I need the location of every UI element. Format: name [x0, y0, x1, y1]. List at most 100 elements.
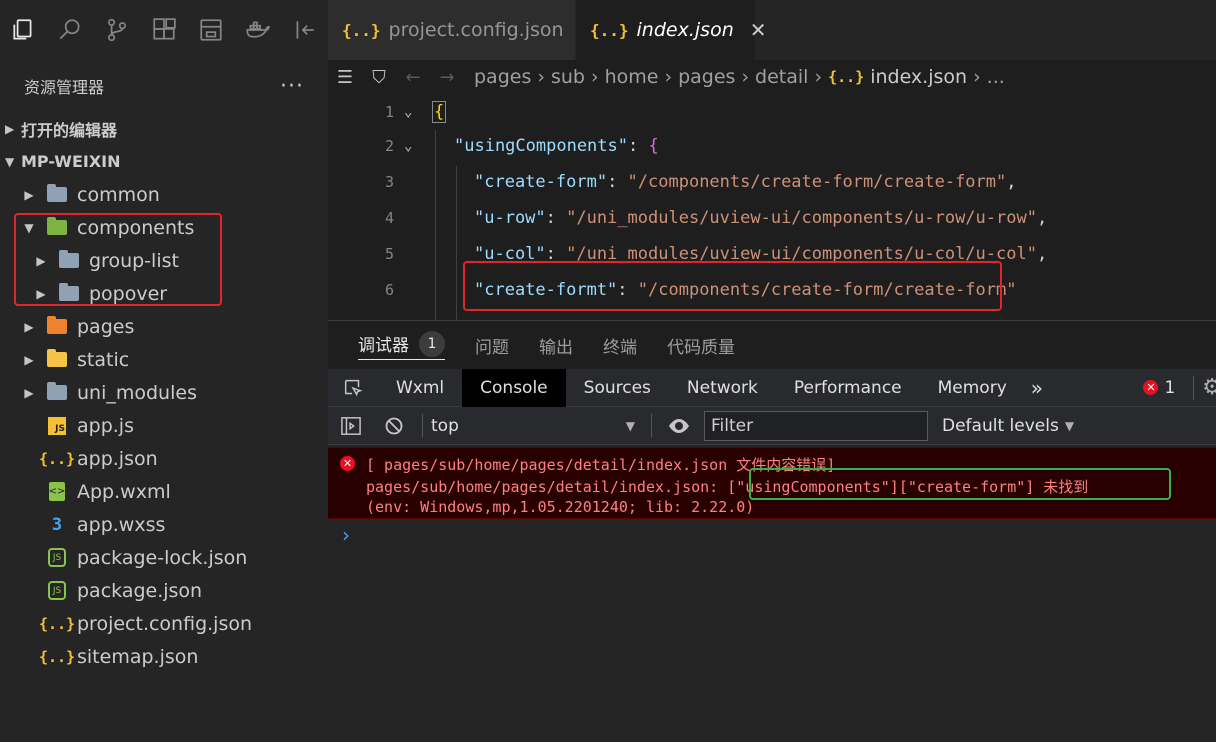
tab-network[interactable]: Network [669, 369, 776, 407]
breadcrumb-item[interactable]: home [605, 66, 659, 88]
chevron-right-icon: › [537, 66, 545, 88]
tree-item-pages[interactable]: ▶ pages [0, 310, 328, 343]
js-file-icon: JS [46, 416, 68, 435]
json-file-icon: {..} [342, 20, 381, 40]
tab-terminal[interactable]: 终端 [603, 333, 637, 358]
breadcrumb-item[interactable]: pages [474, 66, 531, 88]
tab-problems[interactable]: 问题 [475, 333, 509, 358]
tree-item-label: static [77, 348, 130, 371]
tab-label: 调试器 [358, 336, 409, 356]
folder-icon [46, 316, 68, 336]
tree-item-static[interactable]: ▶ static [0, 343, 328, 376]
tree-item-app-wxml[interactable]: <> App.wxml [0, 475, 328, 508]
tab-performance[interactable]: Performance [776, 369, 920, 407]
chevron-right-icon: ▶ [24, 352, 34, 367]
error-count[interactable]: 1 [1164, 378, 1175, 398]
eye-icon[interactable] [664, 418, 694, 434]
indent-guide [456, 166, 457, 320]
tab-console[interactable]: Console [462, 368, 566, 407]
gear-icon[interactable]: ⚙ [1202, 375, 1216, 400]
sidebar-toggle-icon[interactable] [328, 416, 374, 436]
tree-item-common[interactable]: ▶ common [0, 178, 328, 211]
breadcrumb-file[interactable]: index.json [870, 66, 967, 88]
forward-arrow-icon[interactable]: → [430, 67, 464, 88]
console-prompt-icon[interactable]: › [342, 523, 350, 547]
tree-item-uni-modules[interactable]: ▶ uni_modules [0, 376, 328, 409]
breadcrumb: ☰ ⛉ ← → pages › sub › home › pages › det… [328, 60, 1216, 94]
breadcrumb-item[interactable]: detail [755, 66, 808, 88]
line-number: 6 [384, 281, 394, 299]
code-editor[interactable]: 1 ⌄ { 2 ⌄ "usingComponents": { 3 "create… [328, 94, 1216, 320]
tab-memory[interactable]: Memory [920, 369, 1025, 407]
console-output[interactable]: ✕ [ pages/sub/home/pages/detail/index.js… [328, 445, 1216, 742]
inspect-element-icon[interactable] [328, 377, 378, 399]
json-value: "/components/create-form/create-form" [627, 172, 1007, 192]
search-icon[interactable] [47, 0, 94, 60]
tree-item-app-wxss[interactable]: 3 app.wxss [0, 508, 328, 541]
chevron-right-icon: ▶ [24, 319, 34, 334]
context-value: top [431, 415, 459, 436]
tree-item-project-config[interactable]: {..} project.config.json [0, 607, 328, 640]
activity-bar [0, 0, 328, 60]
window-icon[interactable] [187, 0, 234, 60]
tree-item-app-js[interactable]: JS app.js [0, 409, 328, 442]
editor-tabs: {..} project.config.json {..} index.json… [328, 0, 1216, 60]
wxml-file-icon: <> [46, 482, 68, 501]
chevron-right-icon: › [814, 66, 823, 88]
bookmark-icon[interactable]: ⛉ [362, 67, 396, 88]
context-select[interactable]: top ▼ [431, 416, 641, 436]
explorer-title: 资源管理器 [24, 78, 105, 97]
tab-index-json[interactable]: {..} index.json ✕ [576, 0, 767, 60]
divider [1193, 375, 1195, 400]
tab-wxml[interactable]: Wxml [378, 369, 462, 407]
breadcrumb-item[interactable]: sub [551, 66, 585, 88]
workspace-label: MP-WEIXIN [21, 152, 121, 171]
folder-icon [46, 349, 68, 369]
more-actions-button[interactable]: ··· [280, 74, 304, 99]
open-editors-section[interactable]: ▶ 打开的编辑器 [0, 112, 328, 145]
tree-item-package-json[interactable]: JS package.json [0, 574, 328, 607]
extensions-icon[interactable] [141, 0, 188, 60]
list-icon[interactable]: ☰ [328, 67, 362, 88]
line-number: 1 [384, 103, 394, 121]
clear-console-icon[interactable] [374, 416, 414, 436]
tree-item-package-lock[interactable]: JS package-lock.json [0, 541, 328, 574]
close-icon[interactable]: ✕ [750, 18, 767, 42]
tree-item-label: package-lock.json [77, 546, 248, 569]
tab-output[interactable]: 输出 [539, 333, 573, 358]
open-editors-label: 打开的编辑器 [21, 120, 118, 140]
tree-item-label: app.wxss [77, 513, 166, 536]
highlight-box [749, 468, 1171, 500]
json-file-icon: {..} [590, 20, 629, 40]
breadcrumb-item[interactable]: pages [678, 66, 735, 88]
json-key: "usingComponents" [454, 136, 628, 156]
json-file-icon: {..} [38, 449, 76, 468]
chevron-right-icon: › [741, 66, 750, 88]
chevron-down-icon[interactable]: ⌄ [404, 138, 412, 154]
brace: { [432, 101, 447, 123]
tab-code-quality[interactable]: 代码质量 [667, 333, 735, 358]
tree-item-sitemap[interactable]: {..} sitemap.json [0, 640, 328, 673]
chevron-down-icon[interactable]: ⌄ [404, 104, 412, 120]
filter-input[interactable]: Filter [704, 410, 928, 441]
tab-sources[interactable]: Sources [566, 369, 669, 407]
tab-debugger[interactable]: 调试器 1 [358, 330, 445, 360]
docker-icon[interactable] [234, 0, 281, 60]
explorer-icon[interactable] [0, 0, 47, 60]
count-badge: 1 [419, 330, 445, 357]
chevron-right-icon: ▶ [24, 385, 34, 400]
json-key: "create-form" [474, 172, 608, 192]
back-arrow-icon[interactable]: ← [396, 67, 430, 88]
collapse-panel-icon[interactable] [281, 0, 328, 60]
more-tabs-button[interactable]: » [1025, 369, 1049, 407]
chevron-right-icon: › [973, 66, 981, 88]
code-text: "u-row": "/uni_modules/uview-ui/componen… [474, 208, 1048, 228]
tree-item-label: App.wxml [77, 480, 171, 503]
source-control-icon[interactable] [94, 0, 141, 60]
log-levels-select[interactable]: Default levels ▼ [942, 416, 1074, 436]
breadcrumb-tail[interactable]: ... [987, 66, 1005, 88]
tree-item-app-json[interactable]: {..} app.json [0, 442, 328, 475]
sidebar: 资源管理器 ··· ▶ 打开的编辑器 ▼ MP-WEIXIN ▶ common … [0, 0, 328, 742]
workspace-section[interactable]: ▼ MP-WEIXIN [0, 145, 328, 178]
tab-project-config[interactable]: {..} project.config.json [328, 0, 576, 60]
